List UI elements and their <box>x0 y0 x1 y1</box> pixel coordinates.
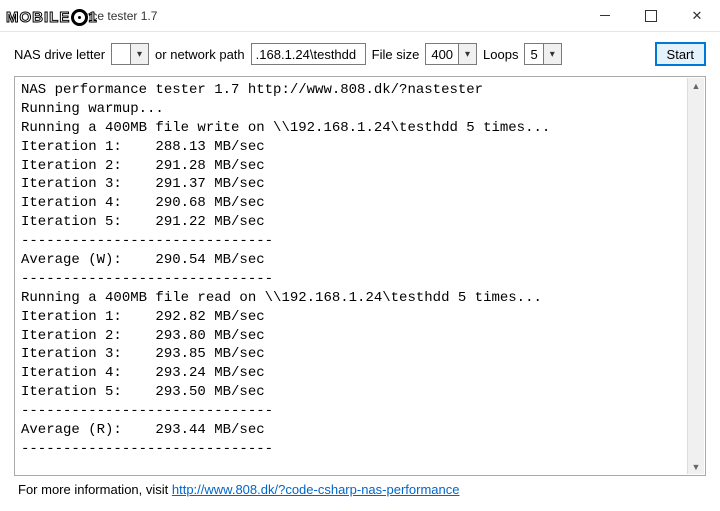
chevron-down-icon <box>543 44 561 64</box>
window-titlebar: ance tester 1.7 <box>0 0 720 32</box>
footer-link[interactable]: http://www.808.dk/?code-csharp-nas-perfo… <box>172 482 460 497</box>
chevron-down-icon <box>458 44 476 64</box>
log-output-container: NAS performance tester 1.7 http://www.80… <box>14 76 706 476</box>
close-button[interactable] <box>674 0 720 32</box>
footer-prefix: For more information, visit <box>18 482 172 497</box>
footer: For more information, visit http://www.8… <box>14 476 706 497</box>
watermark-overlay: MOBILE1 <box>6 9 98 26</box>
watermark-text: MOBILE <box>6 9 70 26</box>
drive-letter-select[interactable] <box>111 43 149 65</box>
network-path-label: or network path <box>155 47 245 62</box>
vertical-scrollbar[interactable]: ▲ ▼ <box>687 78 704 474</box>
filesize-select[interactable]: 400 <box>425 43 477 65</box>
network-path-input[interactable] <box>251 43 366 65</box>
minimize-button[interactable] <box>582 0 628 32</box>
log-output[interactable]: NAS performance tester 1.7 http://www.80… <box>15 77 705 475</box>
start-button[interactable]: Start <box>655 42 706 66</box>
filesize-value: 400 <box>426 44 458 64</box>
toolbar: NAS drive letter or network path File si… <box>14 42 706 66</box>
scroll-down-icon[interactable]: ▼ <box>689 459 704 474</box>
drive-letter-label: NAS drive letter <box>14 47 105 62</box>
loops-select[interactable]: 5 <box>524 43 561 65</box>
loops-label: Loops <box>483 47 518 62</box>
maximize-button[interactable] <box>628 0 674 32</box>
filesize-label: File size <box>372 47 420 62</box>
scroll-up-icon[interactable]: ▲ <box>689 78 704 93</box>
loops-value: 5 <box>525 44 542 64</box>
chevron-down-icon <box>130 44 148 64</box>
drive-letter-value <box>112 44 130 64</box>
